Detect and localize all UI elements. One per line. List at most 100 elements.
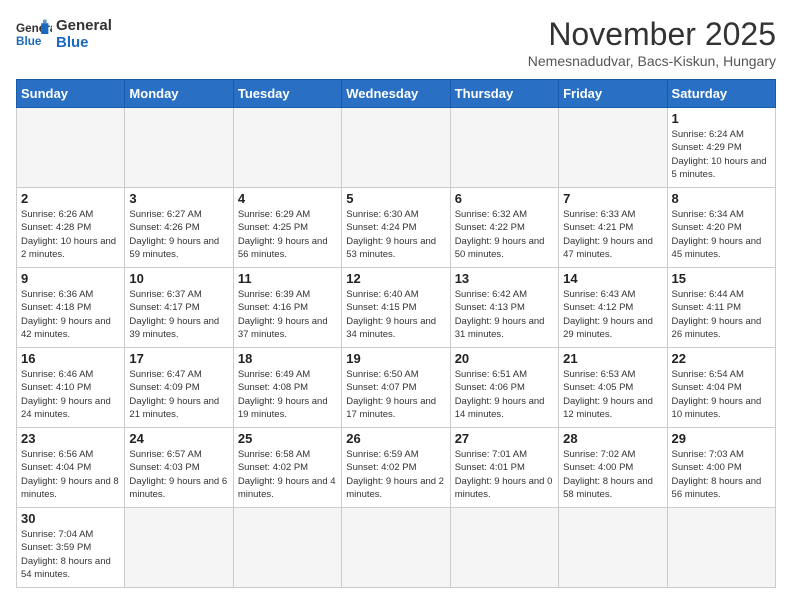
logo-blue: Blue	[56, 34, 112, 51]
day-number: 16	[21, 351, 120, 366]
day-number: 26	[346, 431, 445, 446]
day-number: 28	[563, 431, 662, 446]
calendar-cell: 3 Sunrise: 6:27 AM Sunset: 4:26 PM Daylig…	[125, 188, 233, 268]
calendar-cell: 23 Sunrise: 6:56 AM Sunset: 4:04 PM Dayli…	[17, 428, 125, 508]
day-info: Sunrise: 7:03 AM Sunset: 4:00 PM Dayligh…	[672, 448, 771, 501]
day-number: 18	[238, 351, 337, 366]
header-tuesday: Tuesday	[233, 80, 341, 108]
day-info: Sunrise: 6:37 AM Sunset: 4:17 PM Dayligh…	[129, 288, 228, 341]
day-number: 11	[238, 271, 337, 286]
calendar-cell	[559, 508, 667, 588]
header-sunday: Sunday	[17, 80, 125, 108]
calendar-cell: 1 Sunrise: 6:24 AM Sunset: 4:29 PM Daylig…	[667, 108, 775, 188]
day-info: Sunrise: 6:54 AM Sunset: 4:04 PM Dayligh…	[672, 368, 771, 421]
calendar-cell: 8 Sunrise: 6:34 AM Sunset: 4:20 PM Daylig…	[667, 188, 775, 268]
day-number: 6	[455, 191, 554, 206]
calendar-row: 2 Sunrise: 6:26 AM Sunset: 4:28 PM Daylig…	[17, 188, 776, 268]
day-info: Sunrise: 6:53 AM Sunset: 4:05 PM Dayligh…	[563, 368, 662, 421]
day-number: 4	[238, 191, 337, 206]
calendar-row: 1 Sunrise: 6:24 AM Sunset: 4:29 PM Daylig…	[17, 108, 776, 188]
calendar-cell	[342, 508, 450, 588]
day-info: Sunrise: 7:01 AM Sunset: 4:01 PM Dayligh…	[455, 448, 554, 501]
logo-icon: General Blue	[16, 16, 52, 52]
logo-general: General	[56, 17, 112, 34]
day-number: 5	[346, 191, 445, 206]
day-info: Sunrise: 6:43 AM Sunset: 4:12 PM Dayligh…	[563, 288, 662, 341]
day-info: Sunrise: 6:30 AM Sunset: 4:24 PM Dayligh…	[346, 208, 445, 261]
calendar-cell: 26 Sunrise: 6:59 AM Sunset: 4:02 PM Dayli…	[342, 428, 450, 508]
calendar-cell: 19Sunrise: 6:50 AM Sunset: 4:07 PM Dayli…	[342, 348, 450, 428]
day-number: 27	[455, 431, 554, 446]
svg-text:Blue: Blue	[16, 35, 42, 48]
day-number: 21	[563, 351, 662, 366]
day-number: 8	[672, 191, 771, 206]
day-number: 29	[672, 431, 771, 446]
calendar-cell: 11 Sunrise: 6:39 AM Sunset: 4:16 PM Dayli…	[233, 268, 341, 348]
calendar-cell: 2 Sunrise: 6:26 AM Sunset: 4:28 PM Daylig…	[17, 188, 125, 268]
day-number: 23	[21, 431, 120, 446]
calendar-cell: 22 Sunrise: 6:54 AM Sunset: 4:04 PM Dayli…	[667, 348, 775, 428]
day-number: 25	[238, 431, 337, 446]
calendar-cell: 10Sunrise: 6:37 AM Sunset: 4:17 PM Dayli…	[125, 268, 233, 348]
calendar-cell	[233, 108, 341, 188]
calendar-row: 30Sunrise: 7:04 AM Sunset: 3:59 PM Dayli…	[17, 508, 776, 588]
day-number: 17	[129, 351, 228, 366]
calendar-row: 16 Sunrise: 6:46 AM Sunset: 4:10 PM Dayli…	[17, 348, 776, 428]
calendar-cell: 14Sunrise: 6:43 AM Sunset: 4:12 PM Dayli…	[559, 268, 667, 348]
weekday-header-row: Sunday Monday Tuesday Wednesday Thursday…	[17, 80, 776, 108]
day-info: Sunrise: 6:56 AM Sunset: 4:04 PM Dayligh…	[21, 448, 120, 501]
day-info: Sunrise: 6:57 AM Sunset: 4:03 PM Dayligh…	[129, 448, 228, 501]
calendar-cell: 16 Sunrise: 6:46 AM Sunset: 4:10 PM Dayli…	[17, 348, 125, 428]
day-info: Sunrise: 6:49 AM Sunset: 4:08 PM Dayligh…	[238, 368, 337, 421]
day-number: 12	[346, 271, 445, 286]
day-info: Sunrise: 6:51 AM Sunset: 4:06 PM Dayligh…	[455, 368, 554, 421]
day-number: 3	[129, 191, 228, 206]
day-info: Sunrise: 6:44 AM Sunset: 4:11 PM Dayligh…	[672, 288, 771, 341]
day-info: Sunrise: 6:34 AM Sunset: 4:20 PM Dayligh…	[672, 208, 771, 261]
day-number: 19	[346, 351, 445, 366]
calendar-cell: 12 Sunrise: 6:40 AM Sunset: 4:15 PM Dayli…	[342, 268, 450, 348]
calendar-cell	[559, 108, 667, 188]
calendar-cell: 17 Sunrise: 6:47 AM Sunset: 4:09 PM Dayli…	[125, 348, 233, 428]
day-number: 13	[455, 271, 554, 286]
day-info: Sunrise: 6:59 AM Sunset: 4:02 PM Dayligh…	[346, 448, 445, 501]
calendar-cell	[17, 108, 125, 188]
calendar-cell: 9Sunrise: 6:36 AM Sunset: 4:18 PM Daylig…	[17, 268, 125, 348]
calendar-cell: 13Sunrise: 6:42 AM Sunset: 4:13 PM Dayli…	[450, 268, 558, 348]
calendar-cell: 24Sunrise: 6:57 AM Sunset: 4:03 PM Dayli…	[125, 428, 233, 508]
day-info: Sunrise: 6:47 AM Sunset: 4:09 PM Dayligh…	[129, 368, 228, 421]
day-number: 2	[21, 191, 120, 206]
day-info: Sunrise: 6:36 AM Sunset: 4:18 PM Dayligh…	[21, 288, 120, 341]
day-number: 22	[672, 351, 771, 366]
calendar-cell	[233, 508, 341, 588]
calendar-cell: 4 Sunrise: 6:29 AM Sunset: 4:25 PM Daylig…	[233, 188, 341, 268]
calendar-cell	[450, 508, 558, 588]
day-info: Sunrise: 6:27 AM Sunset: 4:26 PM Dayligh…	[129, 208, 228, 261]
calendar-cell	[342, 108, 450, 188]
day-info: Sunrise: 6:32 AM Sunset: 4:22 PM Dayligh…	[455, 208, 554, 261]
calendar-cell: 21 Sunrise: 6:53 AM Sunset: 4:05 PM Dayli…	[559, 348, 667, 428]
location-subtitle: Nemesnadudvar, Bacs-Kiskun, Hungary	[528, 53, 776, 69]
day-info: Sunrise: 6:39 AM Sunset: 4:16 PM Dayligh…	[238, 288, 337, 341]
header-friday: Friday	[559, 80, 667, 108]
day-info: Sunrise: 6:46 AM Sunset: 4:10 PM Dayligh…	[21, 368, 120, 421]
day-number: 7	[563, 191, 662, 206]
calendar-cell	[450, 108, 558, 188]
day-info: Sunrise: 6:29 AM Sunset: 4:25 PM Dayligh…	[238, 208, 337, 261]
calendar-cell: 25 Sunrise: 6:58 AM Sunset: 4:02 PM Dayli…	[233, 428, 341, 508]
calendar-cell: 5 Sunrise: 6:30 AM Sunset: 4:24 PM Daylig…	[342, 188, 450, 268]
calendar-table: Sunday Monday Tuesday Wednesday Thursday…	[16, 79, 776, 588]
day-info: Sunrise: 6:26 AM Sunset: 4:28 PM Dayligh…	[21, 208, 120, 261]
calendar-cell: 7Sunrise: 6:33 AM Sunset: 4:21 PM Daylig…	[559, 188, 667, 268]
calendar-row: 23 Sunrise: 6:56 AM Sunset: 4:04 PM Dayli…	[17, 428, 776, 508]
day-info: Sunrise: 6:24 AM Sunset: 4:29 PM Dayligh…	[672, 128, 771, 181]
header-saturday: Saturday	[667, 80, 775, 108]
month-title: November 2025	[528, 16, 776, 53]
day-info: Sunrise: 6:40 AM Sunset: 4:15 PM Dayligh…	[346, 288, 445, 341]
day-number: 1	[672, 111, 771, 126]
day-number: 30	[21, 511, 120, 526]
calendar-cell: 20 Sunrise: 6:51 AM Sunset: 4:06 PM Dayli…	[450, 348, 558, 428]
day-info: Sunrise: 6:58 AM Sunset: 4:02 PM Dayligh…	[238, 448, 337, 501]
header-wednesday: Wednesday	[342, 80, 450, 108]
day-number: 20	[455, 351, 554, 366]
